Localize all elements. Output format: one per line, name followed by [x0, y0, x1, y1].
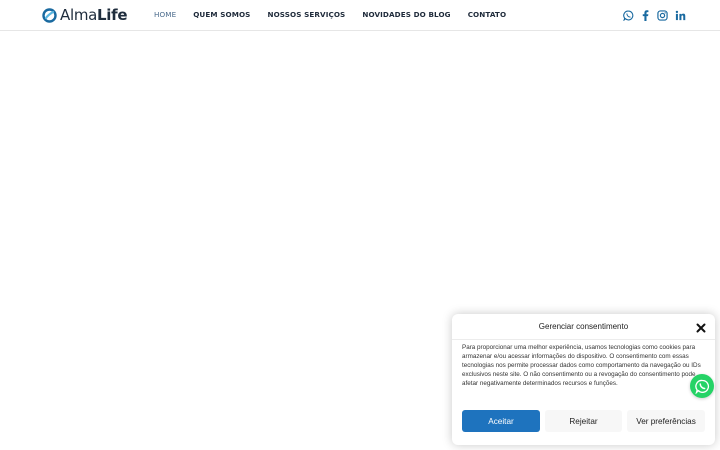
close-icon[interactable]: [695, 321, 707, 333]
logo-text-bold: Life: [97, 6, 128, 24]
consent-title: Gerenciar consentimento: [538, 322, 629, 331]
main-nav: HOME QUEM SOMOS NOSSOS SERVIÇOS NOVIDADE…: [154, 10, 506, 20]
nav-item-quem-somos[interactable]: QUEM SOMOS: [193, 10, 250, 20]
reject-button[interactable]: Rejeitar: [545, 410, 622, 432]
logo-text: AlmaLife: [60, 6, 128, 24]
nav-item-novidades-do-blog[interactable]: NOVIDADES DO BLOG: [362, 10, 450, 20]
nav-item-contato[interactable]: CONTATO: [468, 10, 506, 20]
nav-item-nossos-servicos[interactable]: NOSSOS SERVIÇOS: [267, 10, 345, 20]
whatsapp-icon[interactable]: [622, 9, 634, 21]
view-preferences-button[interactable]: Ver preferências: [627, 410, 705, 432]
consent-body: Para proporcionar uma melhor experiência…: [462, 344, 701, 388]
accept-button[interactable]: Aceitar: [462, 410, 540, 432]
consent-divider: [452, 339, 715, 340]
facebook-icon[interactable]: [639, 9, 651, 21]
cookie-consent-dialog: Gerenciar consentimento Para proporciona…: [452, 314, 715, 445]
instagram-icon[interactable]: [656, 9, 668, 21]
logo-mark-icon: [42, 7, 57, 23]
whatsapp-icon: [694, 379, 709, 394]
linkedin-icon[interactable]: [674, 9, 686, 21]
site-header: AlmaLife HOME QUEM SOMOS NOSSOS SERVIÇOS…: [0, 0, 720, 31]
site-logo[interactable]: AlmaLife: [42, 6, 128, 24]
logo-text-light: Alma: [60, 6, 98, 24]
whatsapp-float-button[interactable]: [690, 374, 714, 398]
nav-item-home[interactable]: HOME: [154, 10, 176, 20]
